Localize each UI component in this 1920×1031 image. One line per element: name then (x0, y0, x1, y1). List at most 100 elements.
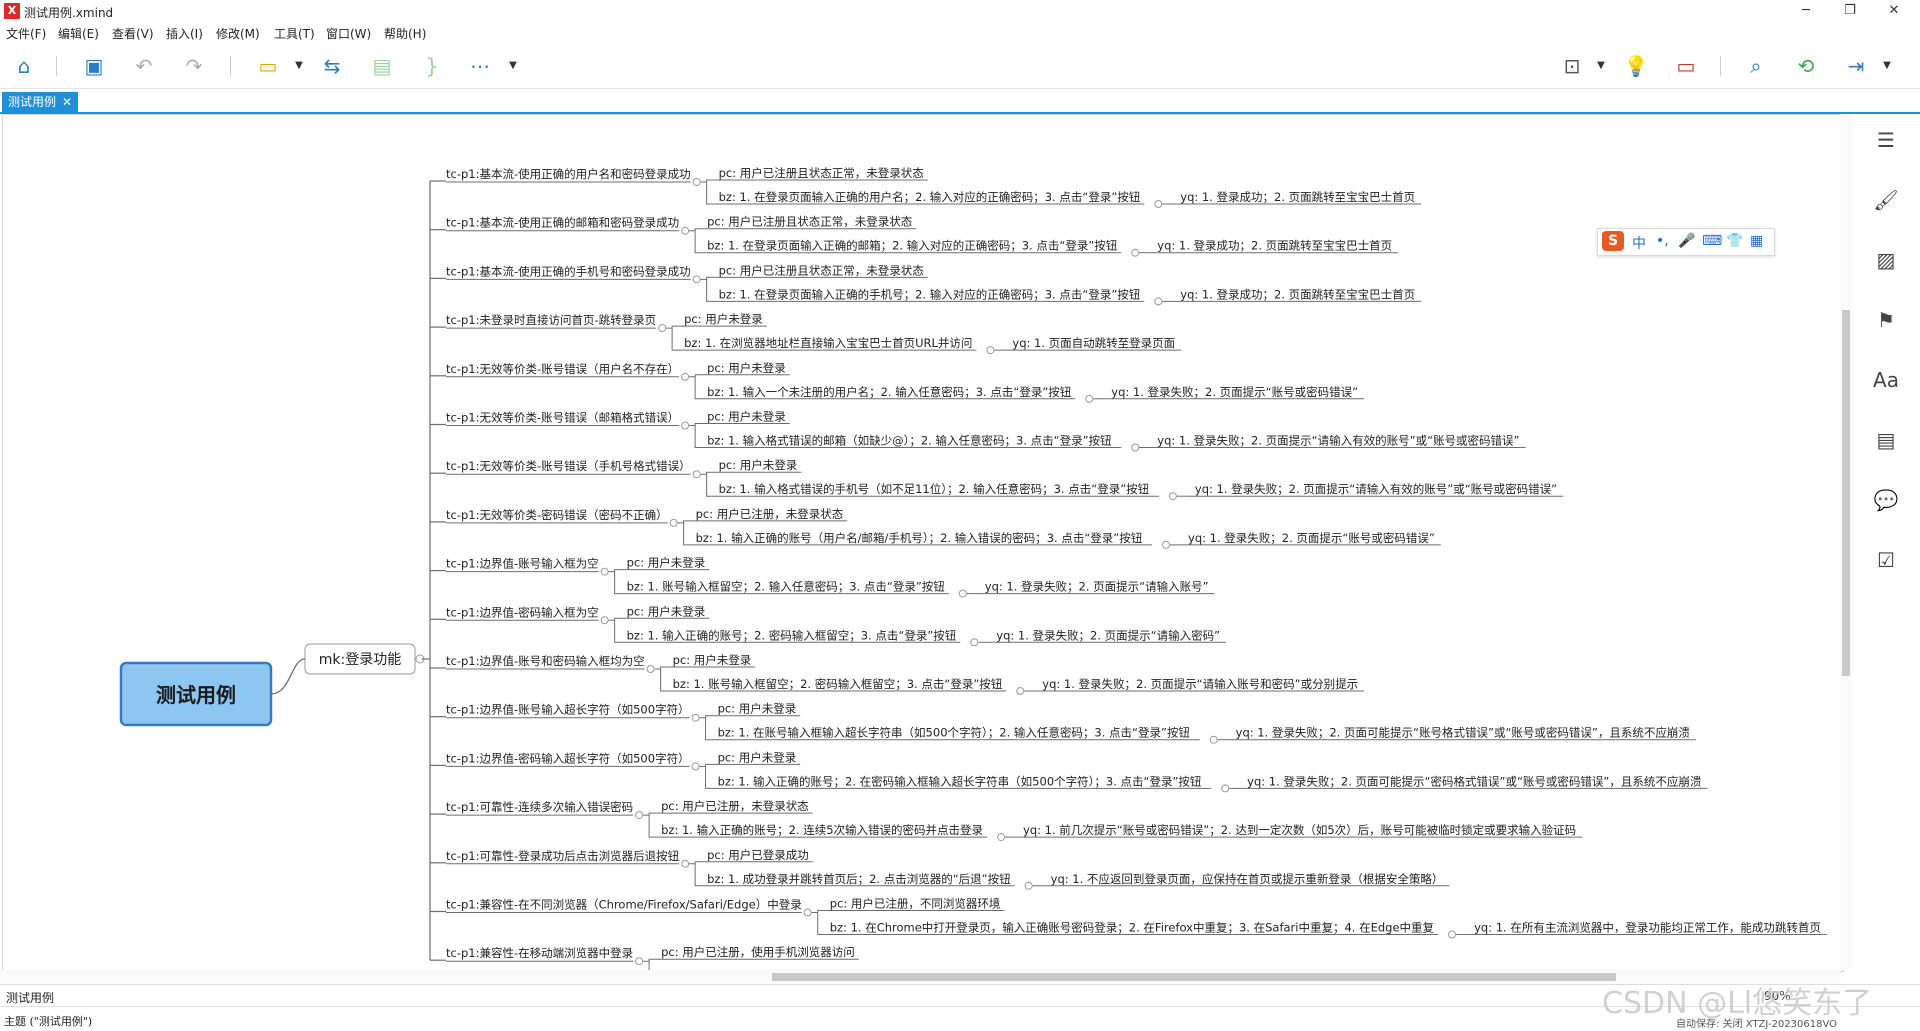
collapse-icon[interactable] (600, 567, 609, 576)
expected-result-label[interactable]: yq: 1. 页面自动跳转至登录页面 (1012, 336, 1175, 350)
steps-label[interactable]: bz: 1. 在登录页面输入正确的邮箱；2. 输入对应的正确密码；3. 点击“登… (707, 239, 1118, 253)
marker-icon[interactable]: ⚑ (1872, 306, 1900, 334)
test-case-title[interactable]: tc-p1:可靠性-连续多次输入错误密码 (446, 800, 633, 814)
precondition-label[interactable]: pc: 用户未登录 (673, 653, 752, 667)
precondition-label[interactable]: pc: 用户已注册，未登录状态 (661, 799, 809, 813)
precondition-label[interactable]: pc: 用户已登录成功 (707, 848, 809, 862)
collapse-icon[interactable] (1448, 930, 1457, 939)
close-icon[interactable]: ✕ (62, 95, 72, 109)
collapse-icon[interactable] (958, 589, 967, 598)
steps-label[interactable]: bz: 1. 在登录页面输入正确的用户名；2. 输入对应的正确密码；3. 点击“… (719, 190, 1141, 204)
test-case-title[interactable]: tc-p1:无效等价类-密码错误（密码不正确） (446, 508, 668, 522)
presentation-icon[interactable]: ⊡ (1558, 52, 1586, 80)
precondition-label[interactable]: pc: 用户已注册，不同浏览器环境 (830, 897, 1001, 911)
menu-help[interactable]: 帮助(H) (384, 25, 426, 42)
outline-view-icon[interactable]: ▭ (1672, 52, 1700, 80)
expected-result-label[interactable]: yq: 1. 登录成功；2. 页面跳转至宝宝巴士首页 (1180, 190, 1415, 204)
steps-label[interactable]: bz: 1. 在Chrome中打开登录页，输入正确账号密码登录；2. 在Fire… (830, 921, 1435, 935)
expected-result-label[interactable]: yq: 1. 不应返回到登录页面，应保持在首页或提示重新登录（根据安全策略） (1051, 872, 1444, 886)
collapse-icon[interactable] (691, 762, 700, 771)
collapse-icon[interactable] (803, 908, 812, 917)
collapse-icon[interactable] (997, 833, 1006, 842)
expected-result-label[interactable]: yq: 1. 登录失败；2. 页面提示“请输入有效的账号”或“账号或密码错误” (1195, 482, 1557, 496)
menu-insert[interactable]: 插入(I) (166, 25, 203, 42)
expected-result-label[interactable]: yq: 1. 登录成功；2. 页面跳转至宝宝巴士首页 (1157, 239, 1392, 253)
precondition-label[interactable]: pc: 用户未登录 (684, 312, 763, 326)
expected-result-label[interactable]: yq: 1. 登录失败；2. 页面可能提示“密码格式错误”或“账号或密码错误”，… (1247, 774, 1701, 788)
test-case-title[interactable]: tc-p1:边界值-账号输入超长字符（如500字符） (446, 703, 690, 717)
scrollbar-thumb[interactable] (1842, 310, 1850, 676)
notes-icon[interactable]: ▤ (1872, 426, 1900, 454)
mindmap-canvas[interactable]: 测试用例 mk:登录功能 tc-p1:基本流-使用正确的用户名和密码登录成功 pc: … (2, 114, 1844, 972)
steps-label[interactable]: bz: 1. 在浏览器地址栏直接输入宝宝巴士首页URL并访问 (684, 336, 972, 350)
more-icon[interactable]: ⋯ (466, 52, 494, 80)
module-topic-label[interactable]: mk:登录功能 (319, 652, 401, 668)
tab-mindmap[interactable]: 测试用例 ✕ (2, 92, 79, 112)
collapse-icon[interactable] (1154, 297, 1163, 306)
task-icon[interactable]: ☑ (1872, 546, 1900, 574)
test-case-title[interactable]: tc-p1:边界值-密码输入框为空 (446, 605, 599, 619)
minimize-button[interactable]: ─ (1786, 2, 1826, 20)
horizontal-scrollbar[interactable] (0, 970, 1840, 984)
precondition-label[interactable]: pc: 用户未登录 (718, 750, 797, 764)
comment-icon[interactable]: 💬 (1872, 486, 1900, 514)
steps-label[interactable]: bz: 1. 输入正确的账号；2. 密码输入框留空；3. 点击“登录”按钮 (627, 628, 957, 642)
test-case-title[interactable]: tc-p1:可靠性-登录成功后点击浏览器后退按钮 (446, 849, 680, 863)
collapse-icon[interactable] (691, 713, 700, 722)
menu-window[interactable]: 窗口(W) (326, 25, 371, 42)
collapse-icon[interactable] (635, 957, 644, 966)
collapse-icon[interactable] (681, 859, 690, 868)
collapse-icon[interactable] (970, 638, 979, 647)
sheet-tab[interactable]: 测试用例 (6, 989, 54, 1006)
collapse-icon[interactable] (1085, 394, 1094, 403)
boundary-icon[interactable]: ▤ (368, 52, 396, 80)
collapse-icon[interactable] (1024, 881, 1033, 890)
collapse-icon[interactable] (600, 616, 609, 625)
text-style-icon[interactable]: Aa (1872, 366, 1900, 394)
menu-view[interactable]: 查看(V) (112, 25, 154, 42)
precondition-label[interactable]: pc: 用户已注册且状态正常，未登录状态 (719, 166, 925, 180)
collapse-icon[interactable] (635, 811, 644, 820)
collapse-icon[interactable] (1168, 492, 1177, 501)
steps-label[interactable]: bz: 1. 输入格式错误的邮箱（如缺少@）；2. 输入任意密码；3. 点击“登… (707, 434, 1112, 448)
collapse-icon[interactable] (1154, 200, 1163, 208)
share-icon[interactable]: ⟲ (1792, 52, 1820, 80)
expected-result-label[interactable]: yq: 1. 登录失败；2. 页面提示“账号或密码错误” (1111, 385, 1358, 399)
precondition-label[interactable]: pc: 用户未登录 (707, 361, 786, 375)
expected-result-label[interactable]: yq: 1. 登录失败；2. 页面提示“账号或密码错误” (1188, 531, 1435, 545)
test-case-title[interactable]: tc-p1:兼容性-在移动端浏览器中登录 (446, 946, 633, 960)
save-icon[interactable]: ▣ (80, 52, 108, 80)
ime-lang[interactable]: 中 (1632, 233, 1646, 253)
chevron-down-icon[interactable]: ▼ (508, 52, 518, 80)
root-topic-label[interactable]: 测试用例 (156, 683, 236, 707)
test-case-title[interactable]: tc-p1:边界值-账号输入框为空 (446, 557, 599, 571)
collapse-icon[interactable] (658, 324, 667, 333)
ime-logo[interactable]: S (1602, 231, 1624, 251)
steps-label[interactable]: bz: 1. 输入格式错误的手机号（如不足11位）；2. 输入任意密码；3. 点… (719, 482, 1150, 496)
grid-icon[interactable]: ▦ (1750, 233, 1763, 249)
precondition-label[interactable]: pc: 用户已注册，未登录状态 (696, 507, 844, 521)
scrollbar-thumb[interactable] (772, 973, 1616, 981)
outline-icon[interactable]: ☰ (1872, 126, 1900, 154)
collapse-icon[interactable] (1131, 443, 1140, 452)
collapse-icon[interactable] (681, 372, 690, 381)
collapse-icon[interactable] (692, 275, 701, 284)
chevron-down-icon[interactable]: ▼ (294, 52, 304, 80)
search-icon[interactable]: ⌕ (1742, 52, 1770, 80)
precondition-label[interactable]: pc: 用户已注册，使用手机浏览器访问 (661, 945, 855, 959)
vertical-scrollbar[interactable] (1840, 114, 1852, 970)
expected-result-label[interactable]: yq: 1. 登录失败；2. 页面可能提示“账号格式错误”或“账号或密码错误”，… (1236, 726, 1690, 740)
close-button[interactable]: ✕ (1874, 2, 1914, 20)
steps-label[interactable]: bz: 1. 账号输入框留空；2. 密码输入框留空；3. 点击“登录”按钮 (673, 677, 1003, 691)
steps-label[interactable]: bz: 1. 输入正确的账号；2. 连续5次输入错误的密码并点击登录 (661, 823, 983, 837)
expected-result-label[interactable]: yq: 1. 登录失败；2. 页面提示“请输入账号和密码”或分别提示 (1042, 677, 1358, 691)
expected-result-label[interactable]: yq: 1. 前几次提示“账号或密码错误”；2. 达到一定次数（如5次）后，账号… (1023, 823, 1576, 837)
steps-label[interactable]: bz: 1. 账号输入框留空；2. 输入任意密码；3. 点击“登录”按钮 (627, 580, 946, 594)
test-case-title[interactable]: tc-p1:基本流-使用正确的邮箱和密码登录成功 (446, 216, 679, 230)
test-case-title[interactable]: tc-p1:无效等价类-账号错误（用户名不存在） (446, 362, 679, 376)
format-icon[interactable]: 🖌 (1872, 186, 1900, 214)
idea-icon[interactable]: 💡 (1622, 52, 1650, 80)
expected-result-label[interactable]: yq: 1. 在所有主流浏览器中，登录功能均正常工作，能成功跳转首页 (1474, 921, 1821, 935)
steps-label[interactable]: bz: 1. 输入正确的账号（用户名/邮箱/手机号）；2. 输入错误的密码；3.… (696, 531, 1143, 545)
test-case-title[interactable]: tc-p1:边界值-密码输入超长字符（如500字符） (446, 751, 690, 765)
